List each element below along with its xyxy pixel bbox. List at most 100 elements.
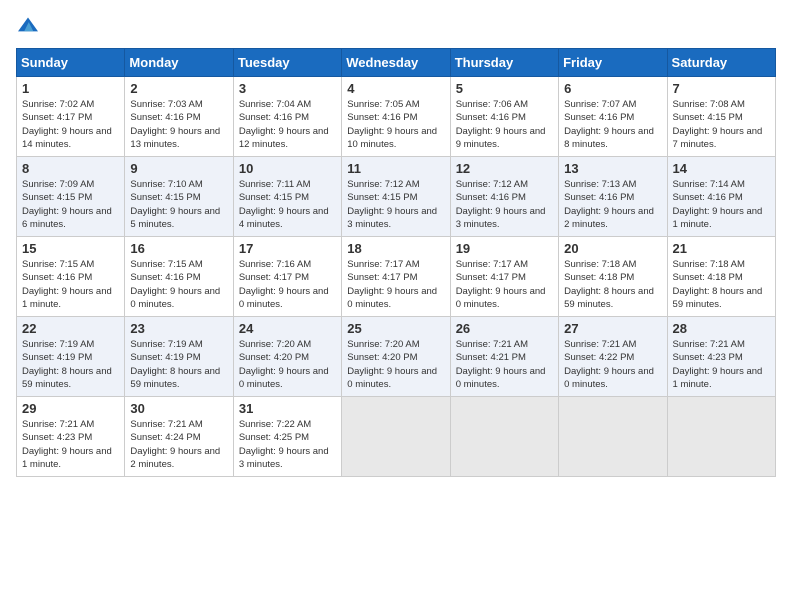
day-number: 17 xyxy=(239,241,336,256)
day-number: 13 xyxy=(564,161,661,176)
calendar-empty-cell xyxy=(450,397,558,477)
day-number: 31 xyxy=(239,401,336,416)
day-info: Sunrise: 7:10 AMSunset: 4:15 PMDaylight:… xyxy=(130,178,227,231)
day-number: 10 xyxy=(239,161,336,176)
calendar-day-cell: 21 Sunrise: 7:18 AMSunset: 4:18 PMDaylig… xyxy=(667,237,775,317)
day-info: Sunrise: 7:21 AMSunset: 4:24 PMDaylight:… xyxy=(130,418,227,471)
day-info: Sunrise: 7:11 AMSunset: 4:15 PMDaylight:… xyxy=(239,178,336,231)
day-info: Sunrise: 7:19 AMSunset: 4:19 PMDaylight:… xyxy=(22,338,119,391)
day-number: 30 xyxy=(130,401,227,416)
calendar-day-cell: 9 Sunrise: 7:10 AMSunset: 4:15 PMDayligh… xyxy=(125,157,233,237)
calendar-day-cell: 27 Sunrise: 7:21 AMSunset: 4:22 PMDaylig… xyxy=(559,317,667,397)
day-number: 12 xyxy=(456,161,553,176)
calendar-day-cell: 11 Sunrise: 7:12 AMSunset: 4:15 PMDaylig… xyxy=(342,157,450,237)
day-number: 20 xyxy=(564,241,661,256)
day-info: Sunrise: 7:06 AMSunset: 4:16 PMDaylight:… xyxy=(456,98,553,151)
calendar-day-cell: 26 Sunrise: 7:21 AMSunset: 4:21 PMDaylig… xyxy=(450,317,558,397)
day-of-week-header: Tuesday xyxy=(233,49,341,77)
calendar-day-cell: 28 Sunrise: 7:21 AMSunset: 4:23 PMDaylig… xyxy=(667,317,775,397)
day-number: 5 xyxy=(456,81,553,96)
calendar-day-cell: 5 Sunrise: 7:06 AMSunset: 4:16 PMDayligh… xyxy=(450,77,558,157)
day-info: Sunrise: 7:02 AMSunset: 4:17 PMDaylight:… xyxy=(22,98,119,151)
day-info: Sunrise: 7:12 AMSunset: 4:16 PMDaylight:… xyxy=(456,178,553,231)
day-number: 9 xyxy=(130,161,227,176)
day-info: Sunrise: 7:07 AMSunset: 4:16 PMDaylight:… xyxy=(564,98,661,151)
day-info: Sunrise: 7:08 AMSunset: 4:15 PMDaylight:… xyxy=(673,98,770,151)
day-info: Sunrise: 7:20 AMSunset: 4:20 PMDaylight:… xyxy=(347,338,444,391)
day-number: 14 xyxy=(673,161,770,176)
day-info: Sunrise: 7:05 AMSunset: 4:16 PMDaylight:… xyxy=(347,98,444,151)
day-info: Sunrise: 7:14 AMSunset: 4:16 PMDaylight:… xyxy=(673,178,770,231)
calendar-week-row: 22 Sunrise: 7:19 AMSunset: 4:19 PMDaylig… xyxy=(17,317,776,397)
calendar-day-cell: 7 Sunrise: 7:08 AMSunset: 4:15 PMDayligh… xyxy=(667,77,775,157)
calendar-empty-cell xyxy=(559,397,667,477)
calendar-day-cell: 2 Sunrise: 7:03 AMSunset: 4:16 PMDayligh… xyxy=(125,77,233,157)
day-info: Sunrise: 7:16 AMSunset: 4:17 PMDaylight:… xyxy=(239,258,336,311)
calendar-day-cell: 29 Sunrise: 7:21 AMSunset: 4:23 PMDaylig… xyxy=(17,397,125,477)
day-number: 2 xyxy=(130,81,227,96)
calendar-day-cell: 23 Sunrise: 7:19 AMSunset: 4:19 PMDaylig… xyxy=(125,317,233,397)
logo-icon xyxy=(16,16,40,36)
calendar-day-cell: 19 Sunrise: 7:17 AMSunset: 4:17 PMDaylig… xyxy=(450,237,558,317)
calendar-day-cell: 8 Sunrise: 7:09 AMSunset: 4:15 PMDayligh… xyxy=(17,157,125,237)
day-info: Sunrise: 7:09 AMSunset: 4:15 PMDaylight:… xyxy=(22,178,119,231)
day-number: 29 xyxy=(22,401,119,416)
day-number: 11 xyxy=(347,161,444,176)
calendar-day-cell: 17 Sunrise: 7:16 AMSunset: 4:17 PMDaylig… xyxy=(233,237,341,317)
day-info: Sunrise: 7:03 AMSunset: 4:16 PMDaylight:… xyxy=(130,98,227,151)
calendar-day-cell: 16 Sunrise: 7:15 AMSunset: 4:16 PMDaylig… xyxy=(125,237,233,317)
day-info: Sunrise: 7:21 AMSunset: 4:23 PMDaylight:… xyxy=(673,338,770,391)
day-info: Sunrise: 7:21 AMSunset: 4:21 PMDaylight:… xyxy=(456,338,553,391)
calendar-day-cell: 3 Sunrise: 7:04 AMSunset: 4:16 PMDayligh… xyxy=(233,77,341,157)
day-number: 6 xyxy=(564,81,661,96)
calendar-day-cell: 1 Sunrise: 7:02 AMSunset: 4:17 PMDayligh… xyxy=(17,77,125,157)
day-number: 27 xyxy=(564,321,661,336)
day-info: Sunrise: 7:21 AMSunset: 4:22 PMDaylight:… xyxy=(564,338,661,391)
calendar-empty-cell xyxy=(342,397,450,477)
day-number: 7 xyxy=(673,81,770,96)
day-number: 16 xyxy=(130,241,227,256)
day-of-week-header: Monday xyxy=(125,49,233,77)
day-number: 22 xyxy=(22,321,119,336)
calendar-day-cell: 31 Sunrise: 7:22 AMSunset: 4:25 PMDaylig… xyxy=(233,397,341,477)
day-of-week-header: Wednesday xyxy=(342,49,450,77)
calendar-day-cell: 18 Sunrise: 7:17 AMSunset: 4:17 PMDaylig… xyxy=(342,237,450,317)
calendar-week-row: 29 Sunrise: 7:21 AMSunset: 4:23 PMDaylig… xyxy=(17,397,776,477)
day-info: Sunrise: 7:13 AMSunset: 4:16 PMDaylight:… xyxy=(564,178,661,231)
calendar-day-cell: 4 Sunrise: 7:05 AMSunset: 4:16 PMDayligh… xyxy=(342,77,450,157)
day-number: 21 xyxy=(673,241,770,256)
day-info: Sunrise: 7:17 AMSunset: 4:17 PMDaylight:… xyxy=(456,258,553,311)
day-info: Sunrise: 7:12 AMSunset: 4:15 PMDaylight:… xyxy=(347,178,444,231)
calendar-week-row: 15 Sunrise: 7:15 AMSunset: 4:16 PMDaylig… xyxy=(17,237,776,317)
day-info: Sunrise: 7:04 AMSunset: 4:16 PMDaylight:… xyxy=(239,98,336,151)
calendar-day-cell: 20 Sunrise: 7:18 AMSunset: 4:18 PMDaylig… xyxy=(559,237,667,317)
day-info: Sunrise: 7:15 AMSunset: 4:16 PMDaylight:… xyxy=(130,258,227,311)
day-info: Sunrise: 7:15 AMSunset: 4:16 PMDaylight:… xyxy=(22,258,119,311)
day-number: 8 xyxy=(22,161,119,176)
day-number: 28 xyxy=(673,321,770,336)
day-of-week-header: Sunday xyxy=(17,49,125,77)
day-info: Sunrise: 7:17 AMSunset: 4:17 PMDaylight:… xyxy=(347,258,444,311)
calendar-table: SundayMondayTuesdayWednesdayThursdayFrid… xyxy=(16,48,776,477)
calendar-day-cell: 12 Sunrise: 7:12 AMSunset: 4:16 PMDaylig… xyxy=(450,157,558,237)
calendar-day-cell: 6 Sunrise: 7:07 AMSunset: 4:16 PMDayligh… xyxy=(559,77,667,157)
day-number: 25 xyxy=(347,321,444,336)
day-info: Sunrise: 7:19 AMSunset: 4:19 PMDaylight:… xyxy=(130,338,227,391)
calendar-day-cell: 22 Sunrise: 7:19 AMSunset: 4:19 PMDaylig… xyxy=(17,317,125,397)
calendar-day-cell: 24 Sunrise: 7:20 AMSunset: 4:20 PMDaylig… xyxy=(233,317,341,397)
day-number: 23 xyxy=(130,321,227,336)
day-number: 24 xyxy=(239,321,336,336)
day-info: Sunrise: 7:20 AMSunset: 4:20 PMDaylight:… xyxy=(239,338,336,391)
day-number: 15 xyxy=(22,241,119,256)
day-number: 4 xyxy=(347,81,444,96)
day-of-week-header: Friday xyxy=(559,49,667,77)
day-info: Sunrise: 7:21 AMSunset: 4:23 PMDaylight:… xyxy=(22,418,119,471)
calendar-empty-cell xyxy=(667,397,775,477)
logo xyxy=(16,16,44,36)
day-number: 3 xyxy=(239,81,336,96)
day-info: Sunrise: 7:22 AMSunset: 4:25 PMDaylight:… xyxy=(239,418,336,471)
day-number: 19 xyxy=(456,241,553,256)
day-info: Sunrise: 7:18 AMSunset: 4:18 PMDaylight:… xyxy=(564,258,661,311)
calendar-week-row: 8 Sunrise: 7:09 AMSunset: 4:15 PMDayligh… xyxy=(17,157,776,237)
calendar-day-cell: 14 Sunrise: 7:14 AMSunset: 4:16 PMDaylig… xyxy=(667,157,775,237)
